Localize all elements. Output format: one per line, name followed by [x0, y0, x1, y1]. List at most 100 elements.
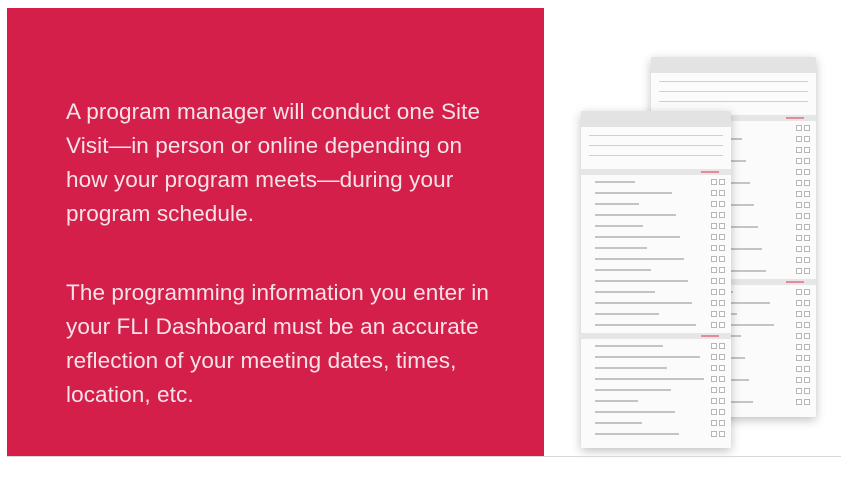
form-checkbox [804, 344, 810, 350]
form-checkbox [804, 333, 810, 339]
form-row-text [595, 411, 675, 413]
form-document-front [581, 111, 731, 448]
form-checkbox [804, 322, 810, 328]
form-section-mark [701, 171, 719, 173]
form-checkbox [804, 300, 810, 306]
form-checkbox [796, 202, 802, 208]
form-checkbox [719, 278, 725, 284]
form-checkbox [711, 300, 717, 306]
form-checkbox [711, 245, 717, 251]
form-field-line [589, 145, 723, 146]
form-field-line [659, 81, 808, 82]
form-section-mark [701, 335, 719, 337]
form-checkbox [804, 246, 810, 252]
illustration-panel [544, 8, 841, 456]
form-checkbox [711, 311, 717, 317]
form-checkbox [711, 201, 717, 207]
divider [7, 456, 841, 457]
form-checkbox [804, 399, 810, 405]
form-checkbox [711, 365, 717, 371]
form-checkbox [804, 289, 810, 295]
form-checkbox [719, 190, 725, 196]
form-checkbox [796, 344, 802, 350]
form-row-text [595, 181, 635, 183]
form-checkbox [804, 169, 810, 175]
form-checkbox [711, 234, 717, 240]
form-checkbox [711, 289, 717, 295]
form-checkbox [711, 267, 717, 273]
form-checkbox [719, 245, 725, 251]
form-checkbox [796, 169, 802, 175]
form-row-text [595, 280, 688, 282]
form-field-line [589, 135, 723, 136]
form-checkbox [796, 191, 802, 197]
form-checkbox [796, 224, 802, 230]
form-section-mark [786, 117, 804, 119]
form-checkbox [711, 387, 717, 393]
form-row-text [595, 302, 692, 304]
form-checkbox [804, 125, 810, 131]
form-checkbox [719, 322, 725, 328]
form-row-text [595, 356, 700, 358]
form-row-text [595, 214, 676, 216]
text-panel: A program manager will conduct one Site … [7, 8, 544, 456]
form-checkbox [804, 180, 810, 186]
form-checkbox [719, 365, 725, 371]
form-checkbox [719, 311, 725, 317]
form-checkbox [804, 366, 810, 372]
form-checkbox [796, 333, 802, 339]
form-checkbox [796, 246, 802, 252]
form-checkbox [804, 388, 810, 394]
form-checkbox [719, 354, 725, 360]
form-checkbox [796, 213, 802, 219]
form-checkbox [711, 212, 717, 218]
form-checkbox [804, 268, 810, 274]
form-checkbox [796, 388, 802, 394]
form-checkbox [796, 158, 802, 164]
form-row-text [595, 433, 679, 435]
form-checkbox [796, 268, 802, 274]
form-checkbox [796, 289, 802, 295]
form-checkbox [804, 147, 810, 153]
form-row-text [595, 236, 680, 238]
form-header-front [581, 111, 731, 127]
form-row-text [595, 367, 667, 369]
form-checkbox [711, 431, 717, 437]
form-row-text [595, 225, 643, 227]
form-checkbox [804, 224, 810, 230]
form-row-text [595, 192, 672, 194]
form-row-text [595, 269, 651, 271]
form-checkbox [719, 387, 725, 393]
form-checkbox [711, 354, 717, 360]
slide: A program manager will conduct one Site … [0, 0, 848, 481]
form-checkbox [719, 234, 725, 240]
form-checkbox [804, 158, 810, 164]
form-field-line [589, 155, 723, 156]
form-row-text [595, 422, 642, 424]
form-row-text [595, 378, 704, 380]
form-checkbox [711, 179, 717, 185]
form-row-text [595, 258, 684, 260]
form-checkbox [796, 322, 802, 328]
form-checkbox [711, 409, 717, 415]
site-visit-paragraph: A program manager will conduct one Site … [66, 99, 481, 226]
form-checkbox [796, 300, 802, 306]
dashboard-info-paragraph: The programming information you enter in… [66, 280, 489, 407]
form-checkbox [804, 235, 810, 241]
form-checkbox [796, 355, 802, 361]
form-checkbox [796, 311, 802, 317]
form-checkbox [719, 420, 725, 426]
form-checkbox [796, 180, 802, 186]
form-checkbox [796, 377, 802, 383]
form-row-text [595, 247, 647, 249]
form-checkbox [719, 201, 725, 207]
form-checkbox [719, 376, 725, 382]
form-checkbox [804, 377, 810, 383]
form-checkbox [796, 399, 802, 405]
form-checkbox [804, 202, 810, 208]
form-checkbox [804, 136, 810, 142]
form-checkbox [719, 300, 725, 306]
form-checkbox [719, 256, 725, 262]
form-field-line [659, 101, 808, 102]
form-checkbox [796, 125, 802, 131]
